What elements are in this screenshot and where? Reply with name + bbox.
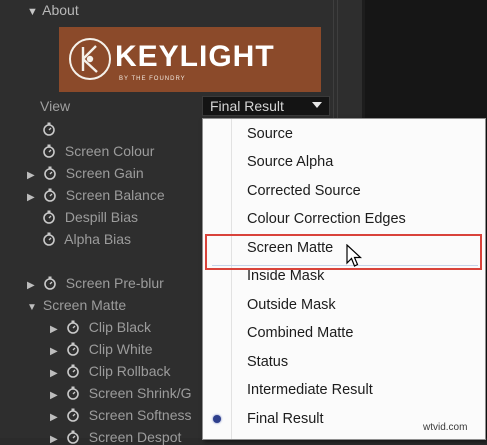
keylight-logo-icon	[69, 38, 111, 80]
property-label: Screen Balance	[65, 187, 165, 203]
selected-radio-icon	[213, 415, 221, 423]
property-label: Screen Softness	[88, 407, 192, 423]
mouse-cursor-icon	[346, 244, 362, 267]
expand-triangle-icon[interactable]: ▼	[27, 6, 39, 18]
expand-triangle-icon[interactable]: ▶	[50, 412, 62, 423]
property-row[interactable]: ▶ Screen Softness	[50, 407, 192, 423]
menu-item-source[interactable]: Source	[247, 126, 293, 142]
property-label: Screen Pre-blur	[65, 275, 164, 291]
expand-triangle-icon[interactable]: ▶	[27, 280, 39, 291]
dropdown-arrow-icon	[312, 102, 322, 108]
stopwatch-icon[interactable]	[42, 210, 56, 224]
stopwatch-icon[interactable]	[42, 144, 56, 158]
menu-item-corrected-source[interactable]: Corrected Source	[247, 183, 361, 199]
property-label: Clip Rollback	[88, 363, 171, 379]
stopwatch-icon[interactable]	[66, 430, 80, 444]
stopwatch-icon[interactable]	[66, 342, 80, 356]
view-label: View	[40, 98, 71, 114]
property-row[interactable]: ▶ Clip Rollback	[50, 363, 170, 379]
property-label: Screen Shrink/G	[88, 385, 192, 401]
collapse-triangle-icon[interactable]: ▼	[27, 302, 39, 313]
menu-item-status[interactable]: Status	[247, 354, 288, 370]
menu-item-combined-matte[interactable]: Combined Matte	[247, 325, 353, 341]
menu-item-inside-mask[interactable]: Inside Mask	[247, 268, 324, 284]
stopwatch-icon[interactable]	[66, 386, 80, 400]
menu-gutter-divider	[231, 119, 232, 439]
property-row[interactable]: ▶ Screen Gain	[27, 165, 144, 181]
property-row[interactable]: ▶ Screen Balance	[27, 187, 165, 203]
stopwatch-icon[interactable]	[43, 276, 57, 290]
property-label: Screen Matte	[42, 297, 127, 313]
expand-triangle-icon[interactable]: ▶	[27, 192, 39, 203]
stopwatch-icon[interactable]	[43, 166, 57, 180]
banner-brand: KEYLIGHT	[115, 40, 275, 73]
stopwatch-icon[interactable]	[42, 232, 56, 246]
menu-item-source-alpha[interactable]: Source Alpha	[247, 154, 333, 170]
highlight-box	[205, 234, 482, 270]
expand-triangle-icon[interactable]: ▶	[50, 434, 62, 445]
property-row[interactable]: ▶ Clip Black	[50, 319, 151, 335]
stopwatch-icon[interactable]	[43, 188, 57, 202]
property-label: Screen Gain	[65, 165, 144, 181]
stopwatch-icon[interactable]	[66, 320, 80, 334]
keylight-banner: KEYLIGHT BY THE FOUNDRY	[59, 27, 321, 92]
property-row[interactable]: ▶ Clip White	[50, 341, 153, 357]
menu-item-outside-mask[interactable]: Outside Mask	[247, 297, 336, 313]
property-row[interactable]: Despill Bias	[42, 209, 138, 225]
property-label: Screen Despot	[88, 429, 182, 445]
property-label: Alpha Bias	[64, 231, 132, 247]
menu-item-intermediate-result[interactable]: Intermediate Result	[247, 382, 373, 398]
expand-triangle-icon[interactable]: ▶	[50, 324, 62, 335]
property-row[interactable]: ▶ Screen Despot	[50, 429, 181, 445]
stopwatch-icon[interactable]	[66, 364, 80, 378]
stopwatch-icon[interactable]	[66, 408, 80, 422]
banner-subtitle: BY THE FOUNDRY	[119, 76, 186, 82]
menu-item-colour-correction-edges[interactable]: Colour Correction Edges	[247, 211, 406, 227]
expand-triangle-icon[interactable]: ▶	[50, 368, 62, 379]
view-dropdown-value: Final Result	[210, 98, 284, 114]
view-dropdown-menu: Source Source Alpha Corrected Source Col…	[202, 118, 486, 440]
property-label: Screen Colour	[64, 143, 155, 159]
property-row[interactable]: Screen Colour	[42, 143, 154, 159]
property-label: Despill Bias	[64, 209, 139, 225]
property-row[interactable]: ▶ Screen Pre-blur	[27, 275, 164, 291]
property-row[interactable]: Alpha Bias	[42, 231, 131, 247]
expand-triangle-icon[interactable]: ▶	[50, 390, 62, 401]
expand-triangle-icon[interactable]: ▶	[50, 346, 62, 357]
property-label: Clip White	[88, 341, 153, 357]
about-section[interactable]: ▼ About	[27, 2, 79, 18]
property-label: Clip Black	[88, 319, 152, 335]
expand-triangle-icon[interactable]: ▶	[27, 170, 39, 181]
watermark: wtvid.com	[423, 422, 468, 433]
about-label: About	[42, 2, 79, 18]
property-row[interactable]	[42, 121, 61, 137]
property-group-row[interactable]: ▼ Screen Matte	[27, 297, 126, 313]
property-row[interactable]: ▶ Screen Shrink/G	[50, 385, 192, 401]
menu-item-final-result[interactable]: Final Result	[247, 411, 324, 427]
stopwatch-icon[interactable]	[42, 122, 56, 136]
view-dropdown[interactable]: Final Result	[202, 96, 330, 116]
